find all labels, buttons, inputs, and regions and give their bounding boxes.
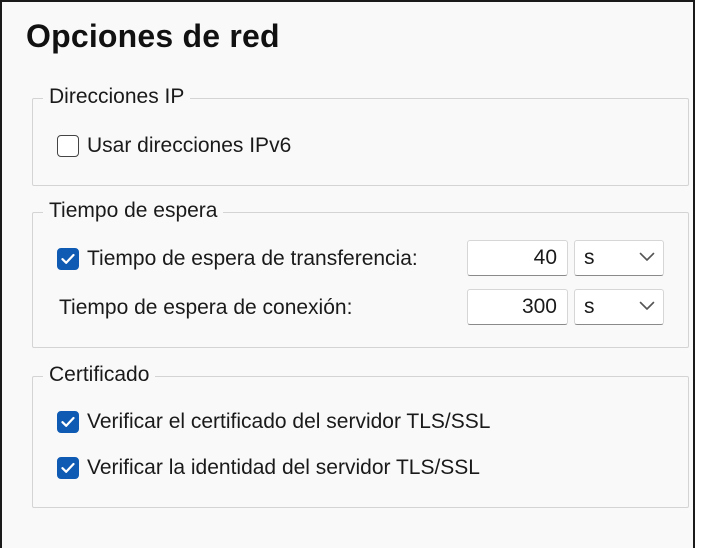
transfer-timeout-option[interactable]: Tiempo de espera de transferencia: [57, 245, 418, 273]
check-icon [61, 462, 75, 473]
timeout-legend: Tiempo de espera [43, 199, 224, 223]
use-ipv6-option[interactable]: Usar direcciones IPv6 [57, 132, 291, 160]
verify-certificate-option[interactable]: Verificar el certificado del servidor TL… [57, 408, 490, 436]
verify-identity-label: Verificar la identidad del servidor TLS/… [87, 456, 480, 479]
chevron-down-icon [639, 301, 655, 310]
check-icon [61, 253, 75, 264]
timeout-group: Tiempo de espera [32, 199, 689, 348]
transfer-timeout-checkbox[interactable] [57, 248, 79, 270]
transfer-timeout-label: Tiempo de espera de transferencia: [87, 247, 418, 270]
transfer-timeout-input[interactable]: 40 [467, 240, 568, 276]
connection-timeout-unit-value: s [584, 295, 595, 318]
connection-timeout-label: Tiempo de espera de conexión: [59, 296, 353, 319]
verify-identity-checkbox[interactable] [57, 457, 79, 479]
connection-timeout-unit-select[interactable]: s [574, 289, 664, 325]
check-icon [61, 416, 75, 427]
verify-certificate-checkbox[interactable] [57, 411, 79, 433]
use-ipv6-label: Usar direcciones IPv6 [87, 134, 292, 157]
verify-identity-option[interactable]: Verificar la identidad del servidor TLS/… [57, 454, 480, 482]
chevron-down-icon [639, 252, 655, 261]
transfer-timeout-unit-select[interactable]: s [574, 240, 664, 276]
verify-certificate-label: Verificar el certificado del servidor TL… [87, 410, 491, 433]
transfer-timeout-unit-value: s [584, 246, 595, 269]
connection-timeout-row: Tiempo de espera de conexión: [59, 294, 352, 322]
network-options-panel: Opciones de red Direcciones IP Usar dire… [0, 0, 695, 548]
ip-addresses-legend: Direcciones IP [43, 85, 191, 109]
certificate-group: Certificado [32, 363, 689, 508]
use-ipv6-checkbox[interactable] [57, 135, 79, 157]
connection-timeout-input[interactable]: 300 [467, 289, 568, 325]
certificate-legend: Certificado [43, 363, 156, 387]
page-title: Opciones de red [26, 18, 280, 54]
